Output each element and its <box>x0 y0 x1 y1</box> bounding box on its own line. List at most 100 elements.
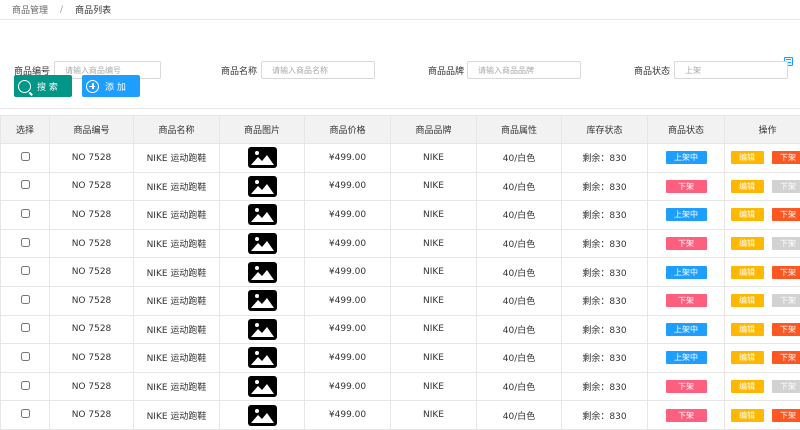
stock-cell: 剩余：830 <box>561 400 648 430</box>
row-select-checkbox[interactable] <box>20 151 30 161</box>
breadcrumb: 商品管理 / 商品列表 <box>0 0 800 20</box>
edit-button[interactable]: 编辑 <box>730 294 764 308</box>
row-select-checkbox[interactable] <box>20 380 30 390</box>
edit-button[interactable]: 编辑 <box>730 265 764 279</box>
edit-button[interactable]: 编辑 <box>730 380 764 394</box>
edit-button[interactable]: 编辑 <box>730 208 764 222</box>
select-cell <box>0 200 50 230</box>
edit-button[interactable]: 编辑 <box>730 322 764 336</box>
search-button[interactable]: 搜 索 <box>14 75 72 97</box>
product-code-cell: NO 7528 <box>49 400 134 430</box>
status-badge[interactable]: 上架中 <box>665 322 707 336</box>
stock-cell: 剩余：830 <box>561 171 648 202</box>
product-brand-input[interactable] <box>467 61 581 79</box>
status-badge[interactable]: 下架 <box>665 179 707 193</box>
product-price-cell: ¥499.00 <box>304 400 391 430</box>
product-status-label: 商品状态 <box>634 67 671 77</box>
status-badge[interactable]: 上架中 <box>665 208 707 222</box>
product-brand-cell: NIKE <box>390 285 477 316</box>
table-row: NO 7528 NIKE 运动跑鞋 ¥499.00 NIKE 40/白色 剩余：830 上架… <box>0 257 800 287</box>
row-select-checkbox[interactable] <box>20 294 30 304</box>
product-attr-cell: 40/白色 <box>476 343 562 373</box>
status-cell: 下架 <box>647 285 725 316</box>
product-name-cell: NIKE 运动跑鞋 <box>133 400 220 430</box>
product-brand-cell: NIKE <box>390 314 477 345</box>
product-brand-cell: NIKE <box>390 171 477 202</box>
product-price-cell: ¥499.00 <box>304 257 391 287</box>
take-down-button[interactable]: 下架 <box>771 351 800 365</box>
image-icon <box>247 233 277 255</box>
row-select-checkbox[interactable] <box>20 323 30 333</box>
image-icon <box>247 318 277 340</box>
product-image-cell <box>219 143 305 173</box>
status-badge[interactable]: 下架 <box>665 294 707 308</box>
edit-button[interactable]: 编辑 <box>730 237 764 251</box>
status-cell: 下架 <box>647 371 725 402</box>
product-brand-cell: NIKE <box>390 257 477 287</box>
take-down-button[interactable]: 下架 <box>771 179 800 193</box>
product-name-cell: NIKE 运动跑鞋 <box>133 285 220 316</box>
status-badge[interactable]: 上架中 <box>665 151 707 165</box>
product-code-cell: NO 7528 <box>49 171 134 202</box>
image-icon <box>247 376 277 398</box>
select-cell <box>0 257 50 287</box>
image-icon <box>247 290 277 312</box>
table-row: NO 7528 NIKE 运动跑鞋 ¥499.00 NIKE 40/白色 剩余：830 上架… <box>0 314 800 345</box>
product-attr-cell: 40/白色 <box>476 228 562 259</box>
search-icon <box>18 79 31 93</box>
table-row: NO 7528 NIKE 运动跑鞋 ¥499.00 NIKE 40/白色 剩余：830 下架… <box>0 171 800 202</box>
take-down-button[interactable]: 下架 <box>771 294 800 308</box>
table-row: NO 7528 NIKE 运动跑鞋 ¥499.00 NIKE 40/白色 剩余：830 下架… <box>0 400 800 430</box>
search-button-label: 搜 索 <box>37 82 58 93</box>
take-down-button[interactable]: 下架 <box>771 208 800 222</box>
take-down-button[interactable]: 下架 <box>771 380 800 394</box>
product-name-cell: NIKE 运动跑鞋 <box>133 343 220 373</box>
breadcrumb-parent[interactable]: 商品管理 <box>12 3 48 16</box>
edit-button[interactable]: 编辑 <box>730 408 764 422</box>
status-badge[interactable]: 上架中 <box>665 351 707 365</box>
product-name-input[interactable] <box>261 61 375 79</box>
product-image-cell <box>219 257 305 287</box>
column-header: 商品名称 <box>133 115 220 144</box>
product-code-cell: NO 7528 <box>49 200 134 230</box>
actions-cell: 编辑 下架 <box>724 400 800 430</box>
row-select-checkbox[interactable] <box>20 208 30 218</box>
row-select-checkbox[interactable] <box>20 266 30 276</box>
actions-cell: 编辑 下架 <box>724 314 800 345</box>
edit-button[interactable]: 编辑 <box>730 179 764 193</box>
edit-button[interactable]: 编辑 <box>730 351 764 365</box>
image-icon <box>247 204 277 226</box>
take-down-button[interactable]: 下架 <box>771 237 800 251</box>
select-cell <box>0 371 50 402</box>
column-header: 操作 <box>724 115 800 144</box>
row-select-checkbox[interactable] <box>20 409 30 419</box>
product-status-select[interactable] <box>674 61 788 79</box>
table-body: NO 7528 NIKE 运动跑鞋 ¥499.00 NIKE 40/白色 剩余：830 上架… <box>0 143 800 430</box>
product-price-cell: ¥499.00 <box>304 228 391 259</box>
column-header: 商品属性 <box>476 115 562 144</box>
row-select-checkbox[interactable] <box>20 351 30 361</box>
status-badge[interactable]: 下架 <box>665 380 707 394</box>
status-badge[interactable]: 下架 <box>665 408 707 422</box>
actions-cell: 编辑 下架 <box>724 228 800 259</box>
status-badge[interactable]: 上架中 <box>665 265 707 279</box>
row-select-checkbox[interactable] <box>20 237 30 247</box>
add-button[interactable]: 添 加 <box>82 75 140 97</box>
stock-cell: 剩余：830 <box>561 285 648 316</box>
product-name-cell: NIKE 运动跑鞋 <box>133 257 220 287</box>
image-icon <box>247 404 277 426</box>
status-badge[interactable]: 下架 <box>665 237 707 251</box>
column-header: 商品编号 <box>49 115 134 144</box>
actions-cell: 编辑 下架 <box>724 371 800 402</box>
column-header: 商品状态 <box>647 115 725 144</box>
edit-button[interactable]: 编辑 <box>730 151 764 165</box>
row-select-checkbox[interactable] <box>20 180 30 190</box>
status-cell: 下架 <box>647 171 725 202</box>
take-down-button[interactable]: 下架 <box>771 265 800 279</box>
take-down-button[interactable]: 下架 <box>771 151 800 165</box>
take-down-button[interactable]: 下架 <box>771 408 800 422</box>
actions-cell: 编辑 下架 <box>724 143 800 173</box>
breadcrumb-separator: / <box>60 4 64 15</box>
take-down-button[interactable]: 下架 <box>771 322 800 336</box>
product-attr-cell: 40/白色 <box>476 371 562 402</box>
